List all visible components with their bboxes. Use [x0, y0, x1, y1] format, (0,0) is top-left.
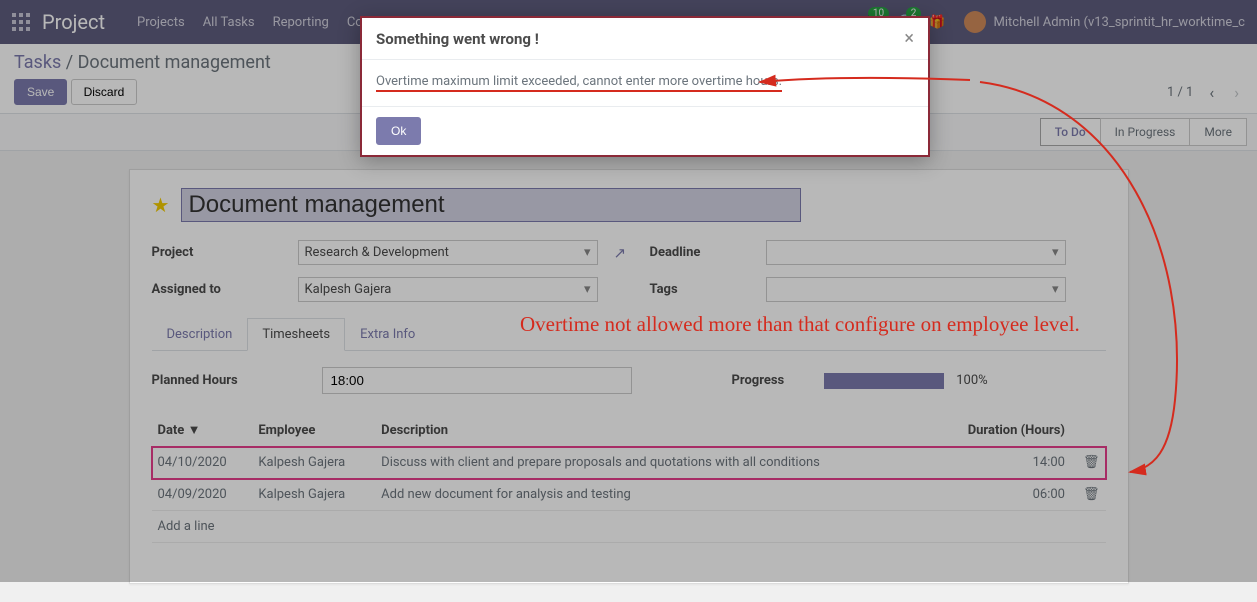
annotation-text: Overtime not allowed more than that conf… [520, 312, 1080, 337]
error-modal: Something went wrong ! × Overtime maximu… [360, 16, 930, 157]
close-icon[interactable]: × [904, 28, 914, 49]
modal-message: Overtime maximum limit exceeded, cannot … [376, 74, 782, 92]
ok-button[interactable]: Ok [376, 117, 421, 145]
modal-title: Something went wrong ! [376, 30, 539, 48]
